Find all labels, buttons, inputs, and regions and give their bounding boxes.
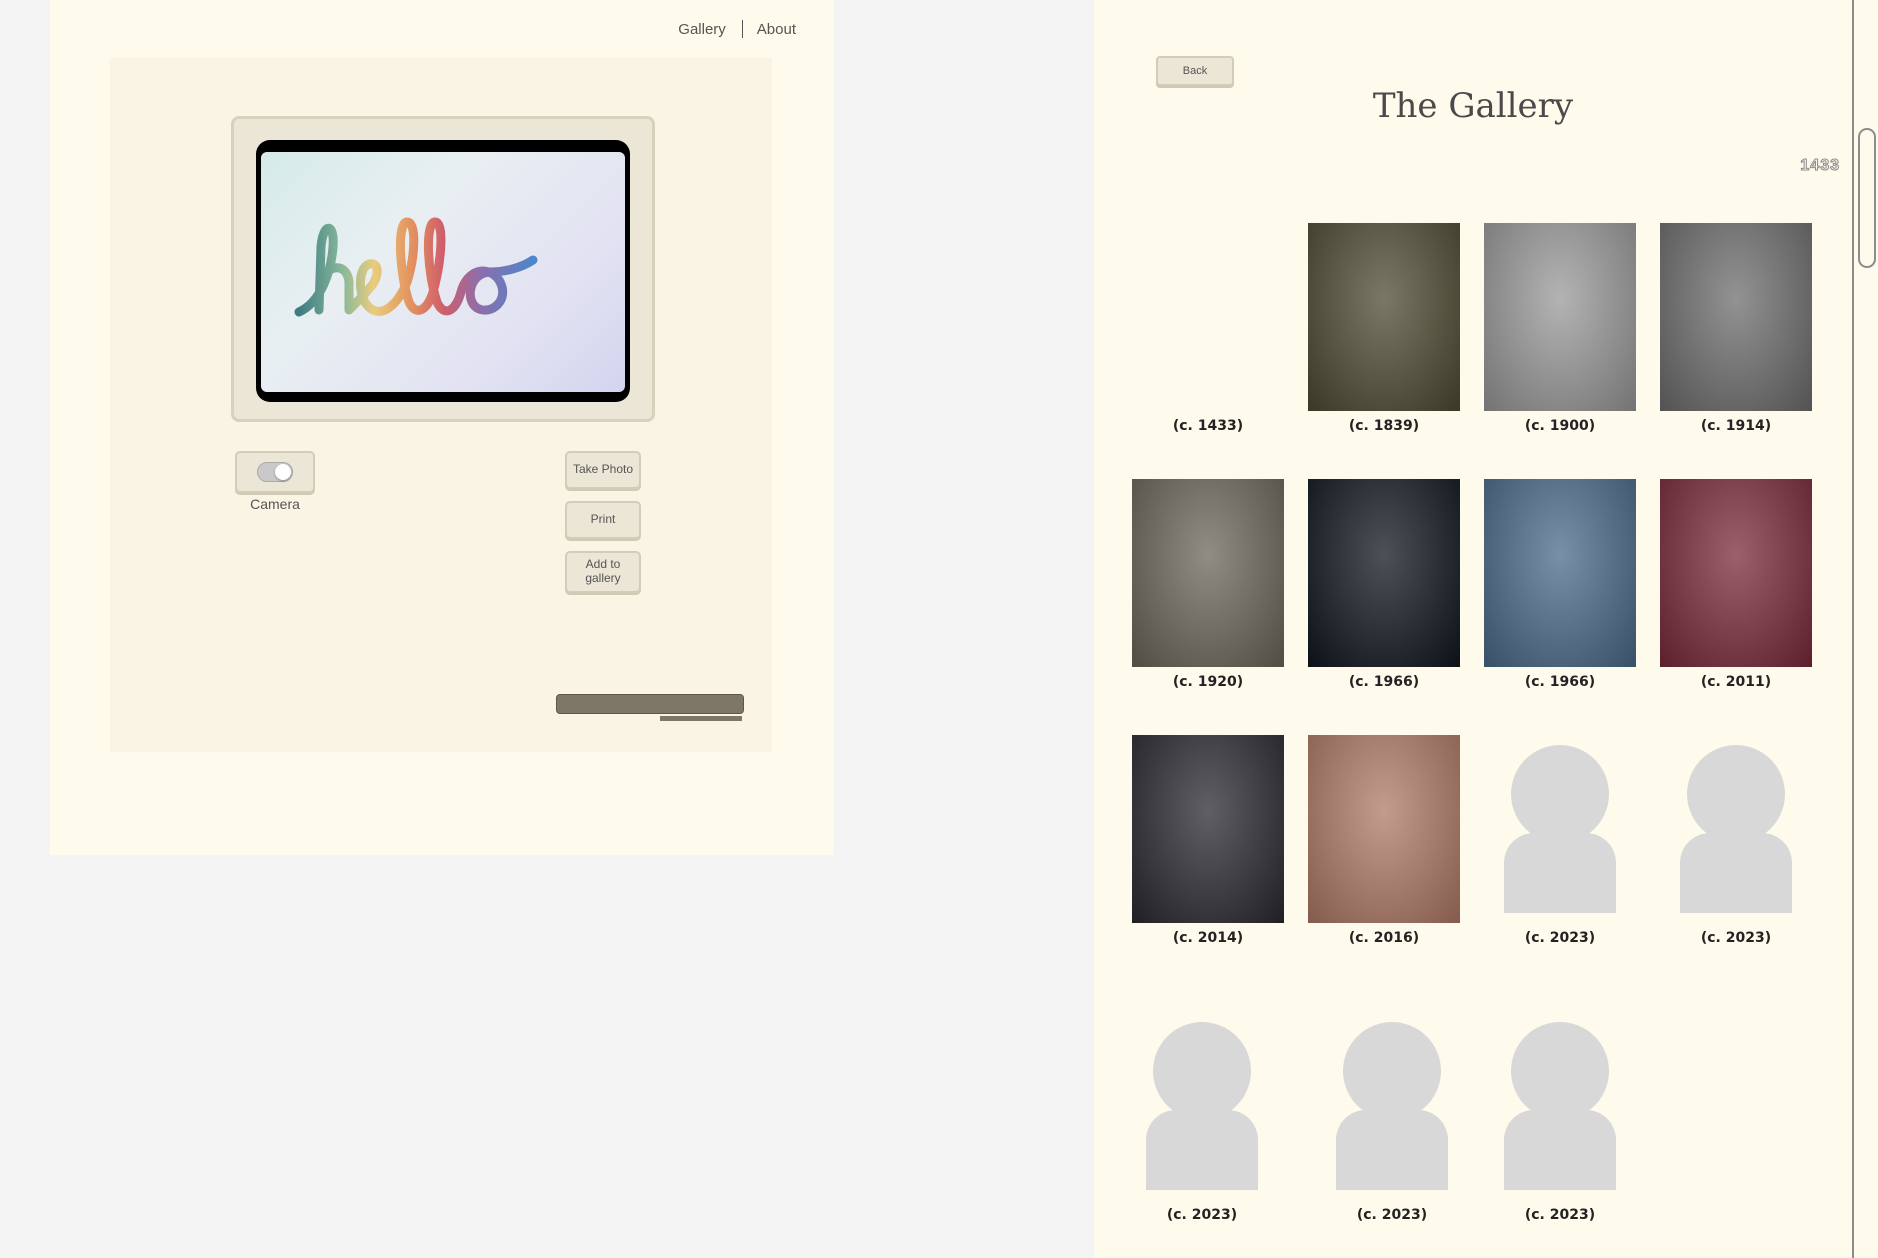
gallery-caption: (c. 1900): [1524, 418, 1596, 434]
avatar-head-shape: [1511, 745, 1609, 843]
placeholder-avatar: [1126, 1012, 1278, 1200]
gallery-panel: Back The Gallery 1433 (c. 1433) (c. 1839)…: [1094, 0, 1852, 1258]
gallery-photo: [1308, 479, 1460, 667]
gallery-item[interactable]: (c. 2014): [1132, 735, 1284, 946]
gallery-item[interactable]: (c. 2023): [1126, 1012, 1278, 1223]
avatar-head-shape: [1343, 1022, 1441, 1120]
gallery-item[interactable]: (c. 2023): [1660, 735, 1812, 946]
hello-wordmark: [294, 217, 538, 317]
gallery-item[interactable]: (c. 2023): [1484, 735, 1636, 946]
scrollbar-thumb[interactable]: [1858, 128, 1876, 268]
gallery-caption: (c. 1966): [1348, 674, 1420, 690]
toggle-track: [257, 462, 293, 482]
placeholder-avatar: [1484, 735, 1636, 923]
camera-monitor: [231, 116, 655, 422]
placeholder-avatar: [1484, 1012, 1636, 1200]
gallery-item[interactable]: (c. 1966): [1308, 479, 1460, 690]
gallery-item[interactable]: (c. 1900): [1484, 223, 1636, 434]
gallery-item[interactable]: (c. 2016): [1308, 735, 1460, 946]
avatar-body-shape: [1680, 833, 1792, 913]
gallery-item[interactable]: (c. 1914): [1660, 223, 1812, 434]
gallery-caption: (c. 2023): [1356, 1207, 1428, 1223]
gallery-photo: [1484, 223, 1636, 411]
gallery-caption: (c. 1839): [1348, 418, 1420, 434]
gallery-caption: (c. 1914): [1700, 418, 1772, 434]
avatar-head-shape: [1153, 1022, 1251, 1120]
gallery-item[interactable]: (c. 2023): [1316, 1012, 1468, 1223]
gallery-item[interactable]: (c. 2011): [1660, 479, 1812, 690]
back-button[interactable]: Back: [1156, 56, 1234, 86]
gallery-caption: (c. 1966): [1524, 674, 1596, 690]
gallery-item[interactable]: (c. 2023): [1484, 1012, 1636, 1223]
avatar-body-shape: [1336, 1110, 1448, 1190]
gallery-photo: [1484, 479, 1636, 667]
avatar-body-shape: [1504, 1110, 1616, 1190]
gallery-caption: (c. 1433): [1172, 418, 1244, 434]
gallery-caption: (c. 2023): [1166, 1207, 1238, 1223]
nav-divider: [741, 20, 743, 38]
screen-bezel: [256, 140, 630, 402]
scrollbar[interactable]: [1852, 0, 1878, 1258]
print-button[interactable]: Print: [565, 501, 641, 539]
toggle-knob: [275, 464, 291, 480]
gallery-photo: [1132, 223, 1284, 411]
camera-screen: [261, 152, 625, 392]
avatar-head-shape: [1687, 745, 1785, 843]
gallery-caption: (c. 1920): [1172, 674, 1244, 690]
gallery-caption: (c. 2014): [1172, 930, 1244, 946]
gallery-photo: [1132, 479, 1284, 667]
print-slot-lip: [660, 716, 742, 721]
gallery-photo: [1308, 223, 1460, 411]
gallery-title: The Gallery: [1372, 86, 1574, 126]
gallery-caption: (c. 2023): [1524, 1207, 1596, 1223]
camera-toggle[interactable]: [235, 451, 315, 493]
nav-gallery-link[interactable]: Gallery: [678, 21, 726, 38]
camera-label: Camera: [250, 496, 300, 512]
photo-booth-app: Gallery About Camera Take Photo Print Ad…: [50, 0, 834, 855]
gallery-photo: [1660, 479, 1812, 667]
print-slot: [556, 694, 744, 714]
avatar-body-shape: [1504, 833, 1616, 913]
year-badge: 1433: [1800, 157, 1840, 175]
gallery-photo: [1308, 735, 1460, 923]
gallery-caption: (c. 2023): [1700, 930, 1772, 946]
placeholder-avatar: [1660, 735, 1812, 923]
gallery-item[interactable]: (c. 1966): [1484, 479, 1636, 690]
booth-panel: Camera Take Photo Print Add to gallery: [110, 58, 772, 752]
gallery-item[interactable]: (c. 1433): [1132, 223, 1284, 434]
gallery-caption: (c. 2023): [1524, 930, 1596, 946]
top-nav: Gallery About: [678, 20, 796, 38]
placeholder-avatar: [1316, 1012, 1468, 1200]
avatar-body-shape: [1146, 1110, 1258, 1190]
gallery-photo: [1660, 223, 1812, 411]
take-photo-button[interactable]: Take Photo: [565, 451, 641, 489]
gallery-photo: [1132, 735, 1284, 923]
gallery-item[interactable]: (c. 1920): [1132, 479, 1284, 690]
gallery-caption: (c. 2016): [1348, 930, 1420, 946]
gallery-item[interactable]: (c. 1839): [1308, 223, 1460, 434]
add-to-gallery-button[interactable]: Add to gallery: [565, 551, 641, 593]
gallery-caption: (c. 2011): [1700, 674, 1772, 690]
avatar-head-shape: [1511, 1022, 1609, 1120]
nav-about-link[interactable]: About: [757, 21, 796, 38]
